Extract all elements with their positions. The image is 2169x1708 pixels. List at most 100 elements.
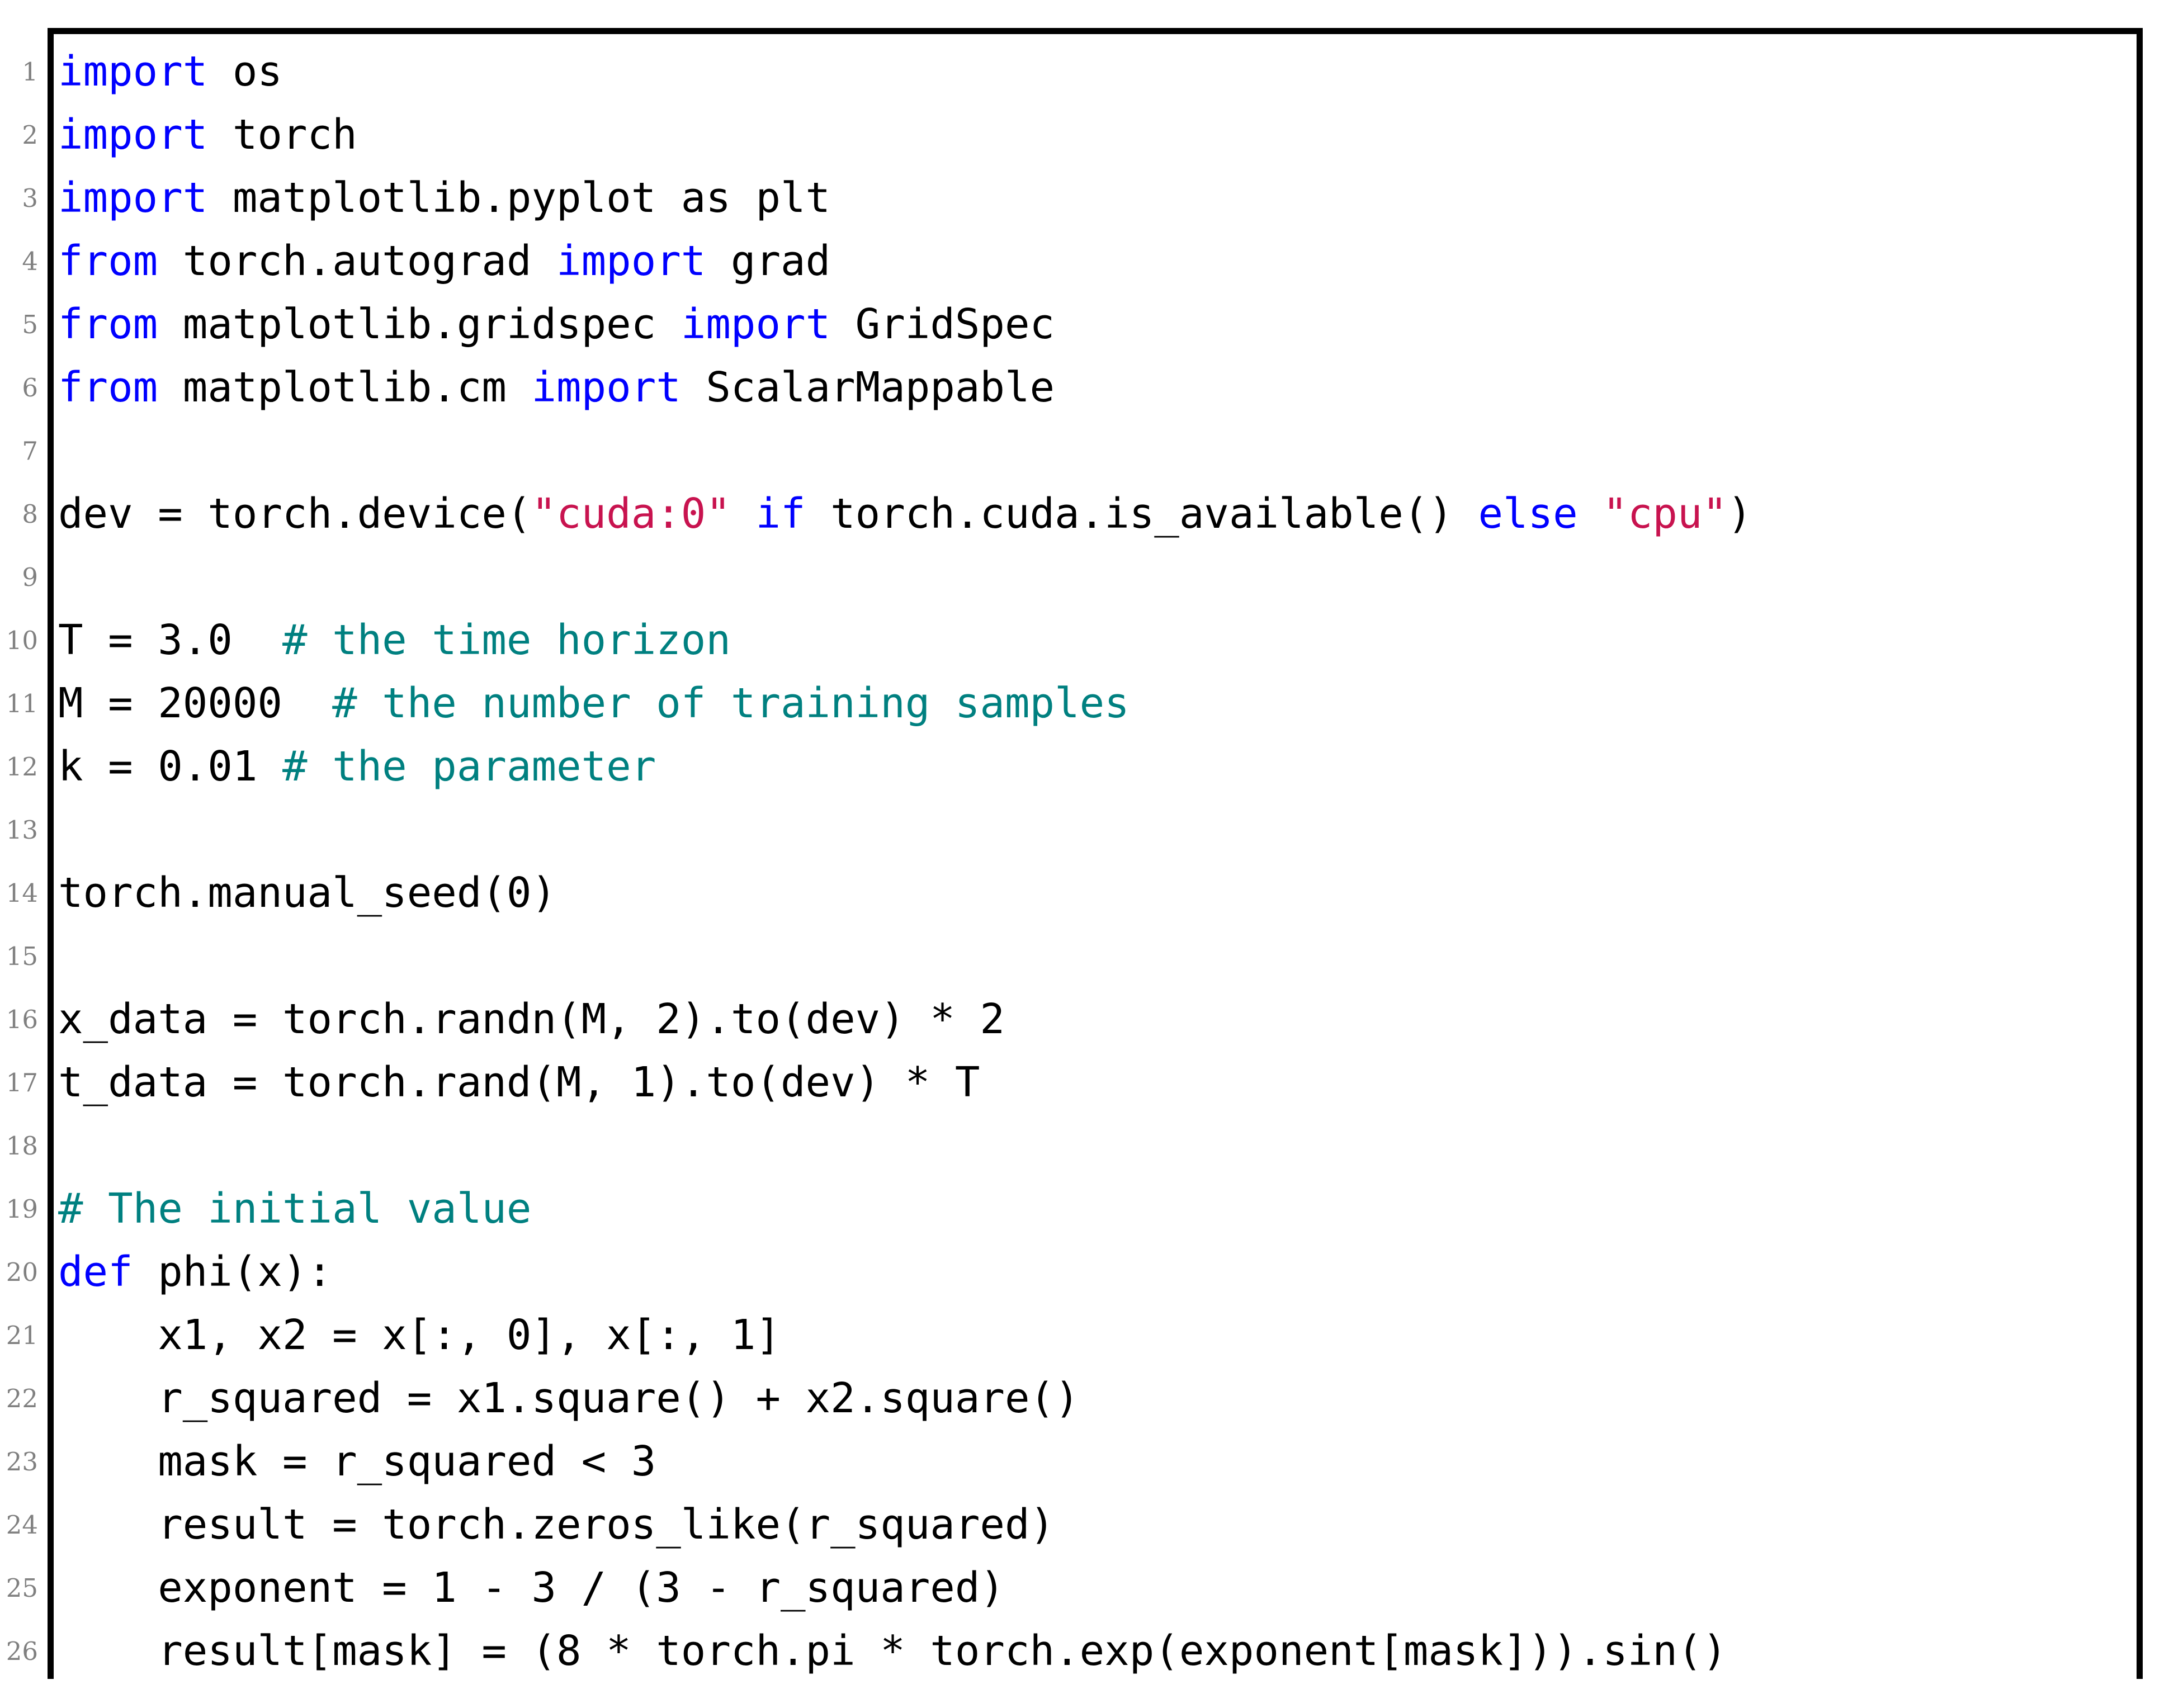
- line-number: 3: [22, 183, 38, 213]
- line-source: torch.manual_seed(0): [58, 862, 556, 925]
- token-cmt: # the number of training samples: [332, 679, 1130, 727]
- line-number: 2: [22, 120, 38, 150]
- line-number: 22: [6, 1384, 38, 1413]
- token-kw: import: [681, 300, 831, 348]
- line-number: 9: [22, 562, 38, 592]
- line-source: T = 3.0 # the time horizon: [58, 609, 731, 672]
- line-number: 18: [6, 1131, 38, 1161]
- token-plain: exponent = 1 - 3 / (3 - r_squared): [58, 1564, 1005, 1612]
- code-line: 14 torch.manual_seed(0): [0, 862, 2169, 925]
- token-kw: import: [58, 111, 208, 159]
- code-line: 5 from matplotlib.gridspec import GridSpe…: [0, 293, 2169, 356]
- line-source: r_squared = x1.square() + x2.square(): [58, 1367, 1080, 1430]
- token-kw: import: [531, 363, 681, 411]
- line-number: 20: [6, 1257, 38, 1287]
- token-cmt: # The initial value: [58, 1185, 532, 1233]
- token-kw: import: [556, 237, 706, 285]
- line-source: import matplotlib.pyplot as plt: [58, 167, 830, 230]
- code-line: 21 x1, x2 = x[:, 0], x[:, 1]: [0, 1304, 2169, 1367]
- token-plain: phi(x):: [133, 1248, 333, 1296]
- token-kw: from: [58, 300, 158, 348]
- code-line: 10 T = 3.0 # the time horizon: [0, 609, 2169, 672]
- line-number: 5: [22, 310, 38, 339]
- line-source: result[mask] = (8 * torch.pi * torch.exp…: [58, 1620, 1727, 1683]
- token-plain: ): [1727, 490, 1752, 538]
- token-plain: x1, x2 = x[:, 0], x[:, 1]: [58, 1311, 781, 1359]
- line-source: def phi(x):: [58, 1241, 332, 1304]
- line-number: 7: [22, 436, 38, 466]
- line-source: M = 20000 # the number of training sampl…: [58, 672, 1130, 735]
- code-line: 26 result[mask] = (8 * torch.pi * torch.…: [0, 1620, 2169, 1683]
- line-number: 10: [6, 626, 38, 655]
- token-plain: mask = r_squared < 3: [58, 1437, 656, 1485]
- code-line: 25 exponent = 1 - 3 / (3 - r_squared): [0, 1556, 2169, 1620]
- token-plain: grad: [706, 237, 831, 285]
- line-source: x1, x2 = x[:, 0], x[:, 1]: [58, 1304, 781, 1367]
- token-kw: import: [58, 174, 208, 222]
- code-line: 20 def phi(x):: [0, 1241, 2169, 1304]
- code-line: 17 t_data = torch.rand(M, 1).to(dev) * T: [0, 1051, 2169, 1114]
- token-plain: k = 0.01: [58, 742, 282, 791]
- code-line: 15: [0, 925, 2169, 988]
- line-source: from torch.autograd import grad: [58, 230, 830, 293]
- line-source: exponent = 1 - 3 / (3 - r_squared): [58, 1556, 1005, 1620]
- code-line: 4 from torch.autograd import grad: [0, 230, 2169, 293]
- token-plain: torch.cuda.is_available(): [805, 490, 1478, 538]
- token-plain: ScalarMappable: [681, 363, 1055, 411]
- line-number: 1: [22, 57, 38, 87]
- line-source: x_data = torch.randn(M, 2).to(dev) * 2: [58, 988, 1005, 1051]
- token-plain: GridSpec: [830, 300, 1055, 348]
- line-source: t_data = torch.rand(M, 1).to(dev) * T: [58, 1051, 980, 1114]
- line-number: 12: [6, 752, 38, 782]
- token-plain: matplotlib.pyplot as plt: [207, 174, 831, 222]
- line-source: from matplotlib.cm import ScalarMappable: [58, 356, 1055, 419]
- token-kw: import: [58, 48, 208, 96]
- code-line: 11 M = 20000 # the number of training sam…: [0, 672, 2169, 735]
- token-plain: torch.manual_seed(0): [58, 869, 557, 917]
- token-cmt: # the time horizon: [282, 616, 731, 664]
- token-str: "cpu": [1603, 490, 1728, 538]
- code-line: 18: [0, 1114, 2169, 1177]
- line-number: 19: [6, 1194, 38, 1224]
- line-number: 24: [6, 1510, 38, 1540]
- line-number: 13: [6, 815, 38, 845]
- line-number: 17: [6, 1068, 38, 1097]
- token-plain: matplotlib.cm: [158, 363, 532, 411]
- token-plain: x_data = torch.randn(M, 2).to(dev) * 2: [58, 995, 1005, 1043]
- line-source: k = 0.01 # the parameter: [58, 735, 656, 798]
- code-line: 3 import matplotlib.pyplot as plt: [0, 167, 2169, 230]
- line-number: 16: [6, 1005, 38, 1034]
- code-line: 9: [0, 546, 2169, 609]
- token-str: "cuda:0": [531, 490, 731, 538]
- line-number: 8: [22, 499, 38, 529]
- line-source: dev = torch.device("cuda:0" if torch.cud…: [58, 482, 1752, 546]
- line-source: result = torch.zeros_like(r_squared): [58, 1493, 1055, 1556]
- line-number: 6: [22, 373, 38, 403]
- line-source: import os: [58, 40, 282, 103]
- line-number: 14: [6, 878, 38, 908]
- token-plain: t_data = torch.rand(M, 1).to(dev) * T: [58, 1058, 980, 1106]
- token-kw: from: [58, 363, 158, 411]
- code-line: 6 from matplotlib.cm import ScalarMappabl…: [0, 356, 2169, 419]
- line-number: 15: [6, 941, 38, 971]
- listing-frame-top-rule: [48, 28, 2143, 34]
- line-number: 11: [6, 689, 38, 718]
- token-plain: T = 3.0: [58, 616, 282, 664]
- line-source: import torch: [58, 103, 357, 167]
- token-plain: result[mask] = (8 * torch.pi * torch.exp…: [58, 1627, 1727, 1675]
- token-plain: torch: [207, 111, 357, 159]
- token-plain: r_squared = x1.square() + x2.square(): [58, 1374, 1080, 1422]
- line-number: 26: [6, 1636, 38, 1666]
- token-kw: def: [58, 1248, 133, 1296]
- code-listing: 1 import os 2 import torch 3 import matplotli…: [0, 0, 2169, 1708]
- code-line: 16 x_data = torch.randn(M, 2).to(dev) * 2: [0, 988, 2169, 1051]
- line-source: # The initial value: [58, 1177, 531, 1241]
- code-line: 22 r_squared = x1.square() + x2.square(): [0, 1367, 2169, 1430]
- token-plain: matplotlib.gridspec: [158, 300, 681, 348]
- line-source: mask = r_squared < 3: [58, 1430, 656, 1493]
- token-plain: torch.autograd: [158, 237, 557, 285]
- code-line: 2 import torch: [0, 103, 2169, 167]
- code-lines-container: 1 import os 2 import torch 3 import matplotli…: [0, 40, 2169, 1683]
- token-plain: os: [207, 48, 282, 96]
